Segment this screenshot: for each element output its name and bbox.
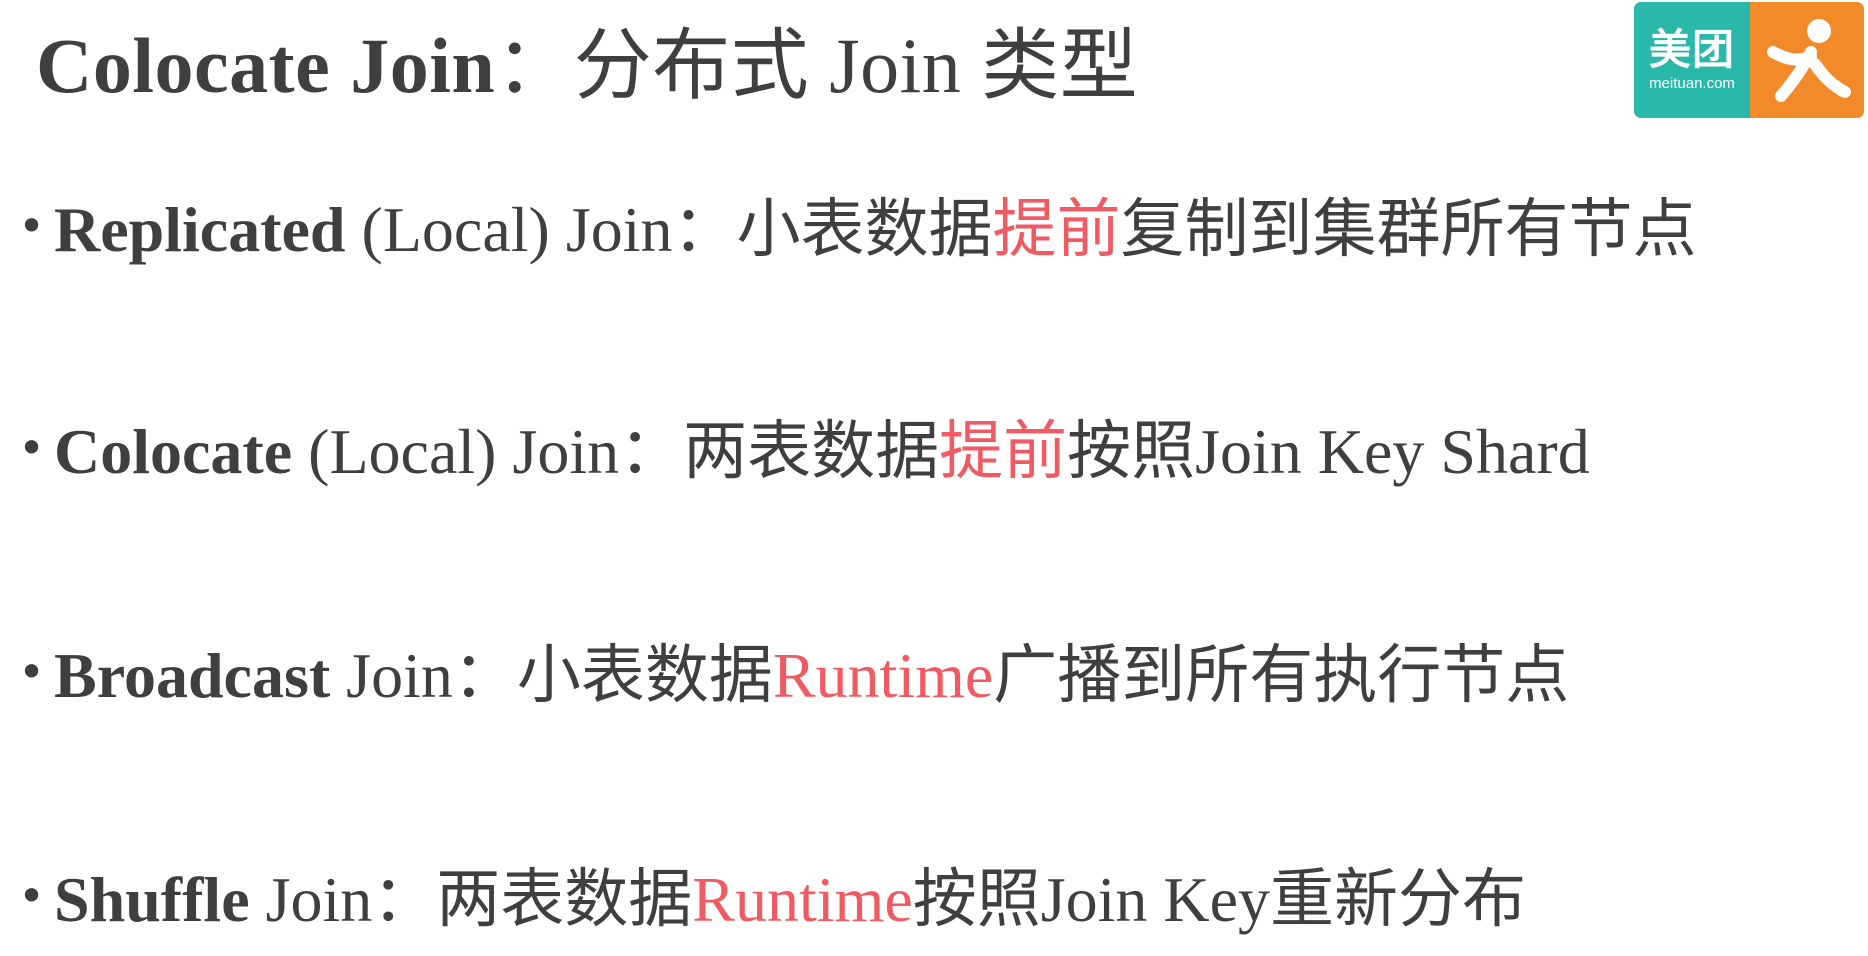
- title-cn: ：分布式 Join 类型: [495, 22, 1139, 109]
- bullet-dot-icon: •: [18, 421, 46, 475]
- term-bold: Replicated: [54, 194, 346, 265]
- term-tail: 广播到所有执行节点: [993, 640, 1570, 711]
- list-item-replicated-join: • Replicated (Local) Join：小表数据提前复制到集群所有节点: [18, 190, 1697, 270]
- term-desc: Join：两表数据: [249, 864, 693, 935]
- meituan-logo: 美团 meituan.com: [1634, 2, 1864, 118]
- list-item-broadcast-join: • Broadcast Join：小表数据Runtime广播到所有执行节点: [18, 636, 1569, 716]
- term-tail: 复制到集群所有节点: [1120, 194, 1697, 265]
- logo-meituan-block: 美团 meituan.com: [1634, 2, 1750, 118]
- list-item-colocate-join: • Colocate (Local) Join：两表数据提前按照Join Key …: [18, 412, 1590, 492]
- page-title: Colocate Join：分布式 Join 类型: [36, 18, 1138, 114]
- term-highlight: Runtime: [692, 864, 913, 935]
- term-bold: Colocate: [54, 416, 293, 487]
- bullet-dot-icon: •: [18, 869, 46, 923]
- term-highlight: 提前: [939, 416, 1068, 487]
- title-en: Colocate Join: [36, 22, 496, 109]
- term-bold: Broadcast: [54, 640, 331, 711]
- term-desc: Join：小表数据: [330, 640, 773, 711]
- bullet-dot-icon: •: [18, 199, 46, 253]
- list-item-shuffle-join: • Shuffle Join：两表数据Runtime按照Join Key重新分布: [18, 860, 1526, 940]
- logo-brand-en: meituan.com: [1649, 75, 1735, 92]
- logo-brand-cn: 美团: [1648, 25, 1735, 74]
- dianping-person-icon: [1767, 19, 1851, 102]
- term-tail: 按照Join Key Shard: [1067, 416, 1590, 487]
- logo-dianping-block: [1750, 2, 1864, 118]
- term-highlight: 提前: [992, 194, 1121, 265]
- term-bold: Shuffle: [54, 864, 250, 935]
- term-desc: (Local) Join：两表数据: [292, 416, 940, 487]
- bullet-dot-icon: •: [18, 645, 46, 699]
- term-highlight: Runtime: [772, 640, 994, 711]
- term-tail: 按照Join Key重新分布: [912, 864, 1527, 935]
- term-desc: (Local) Join：小表数据: [345, 194, 993, 265]
